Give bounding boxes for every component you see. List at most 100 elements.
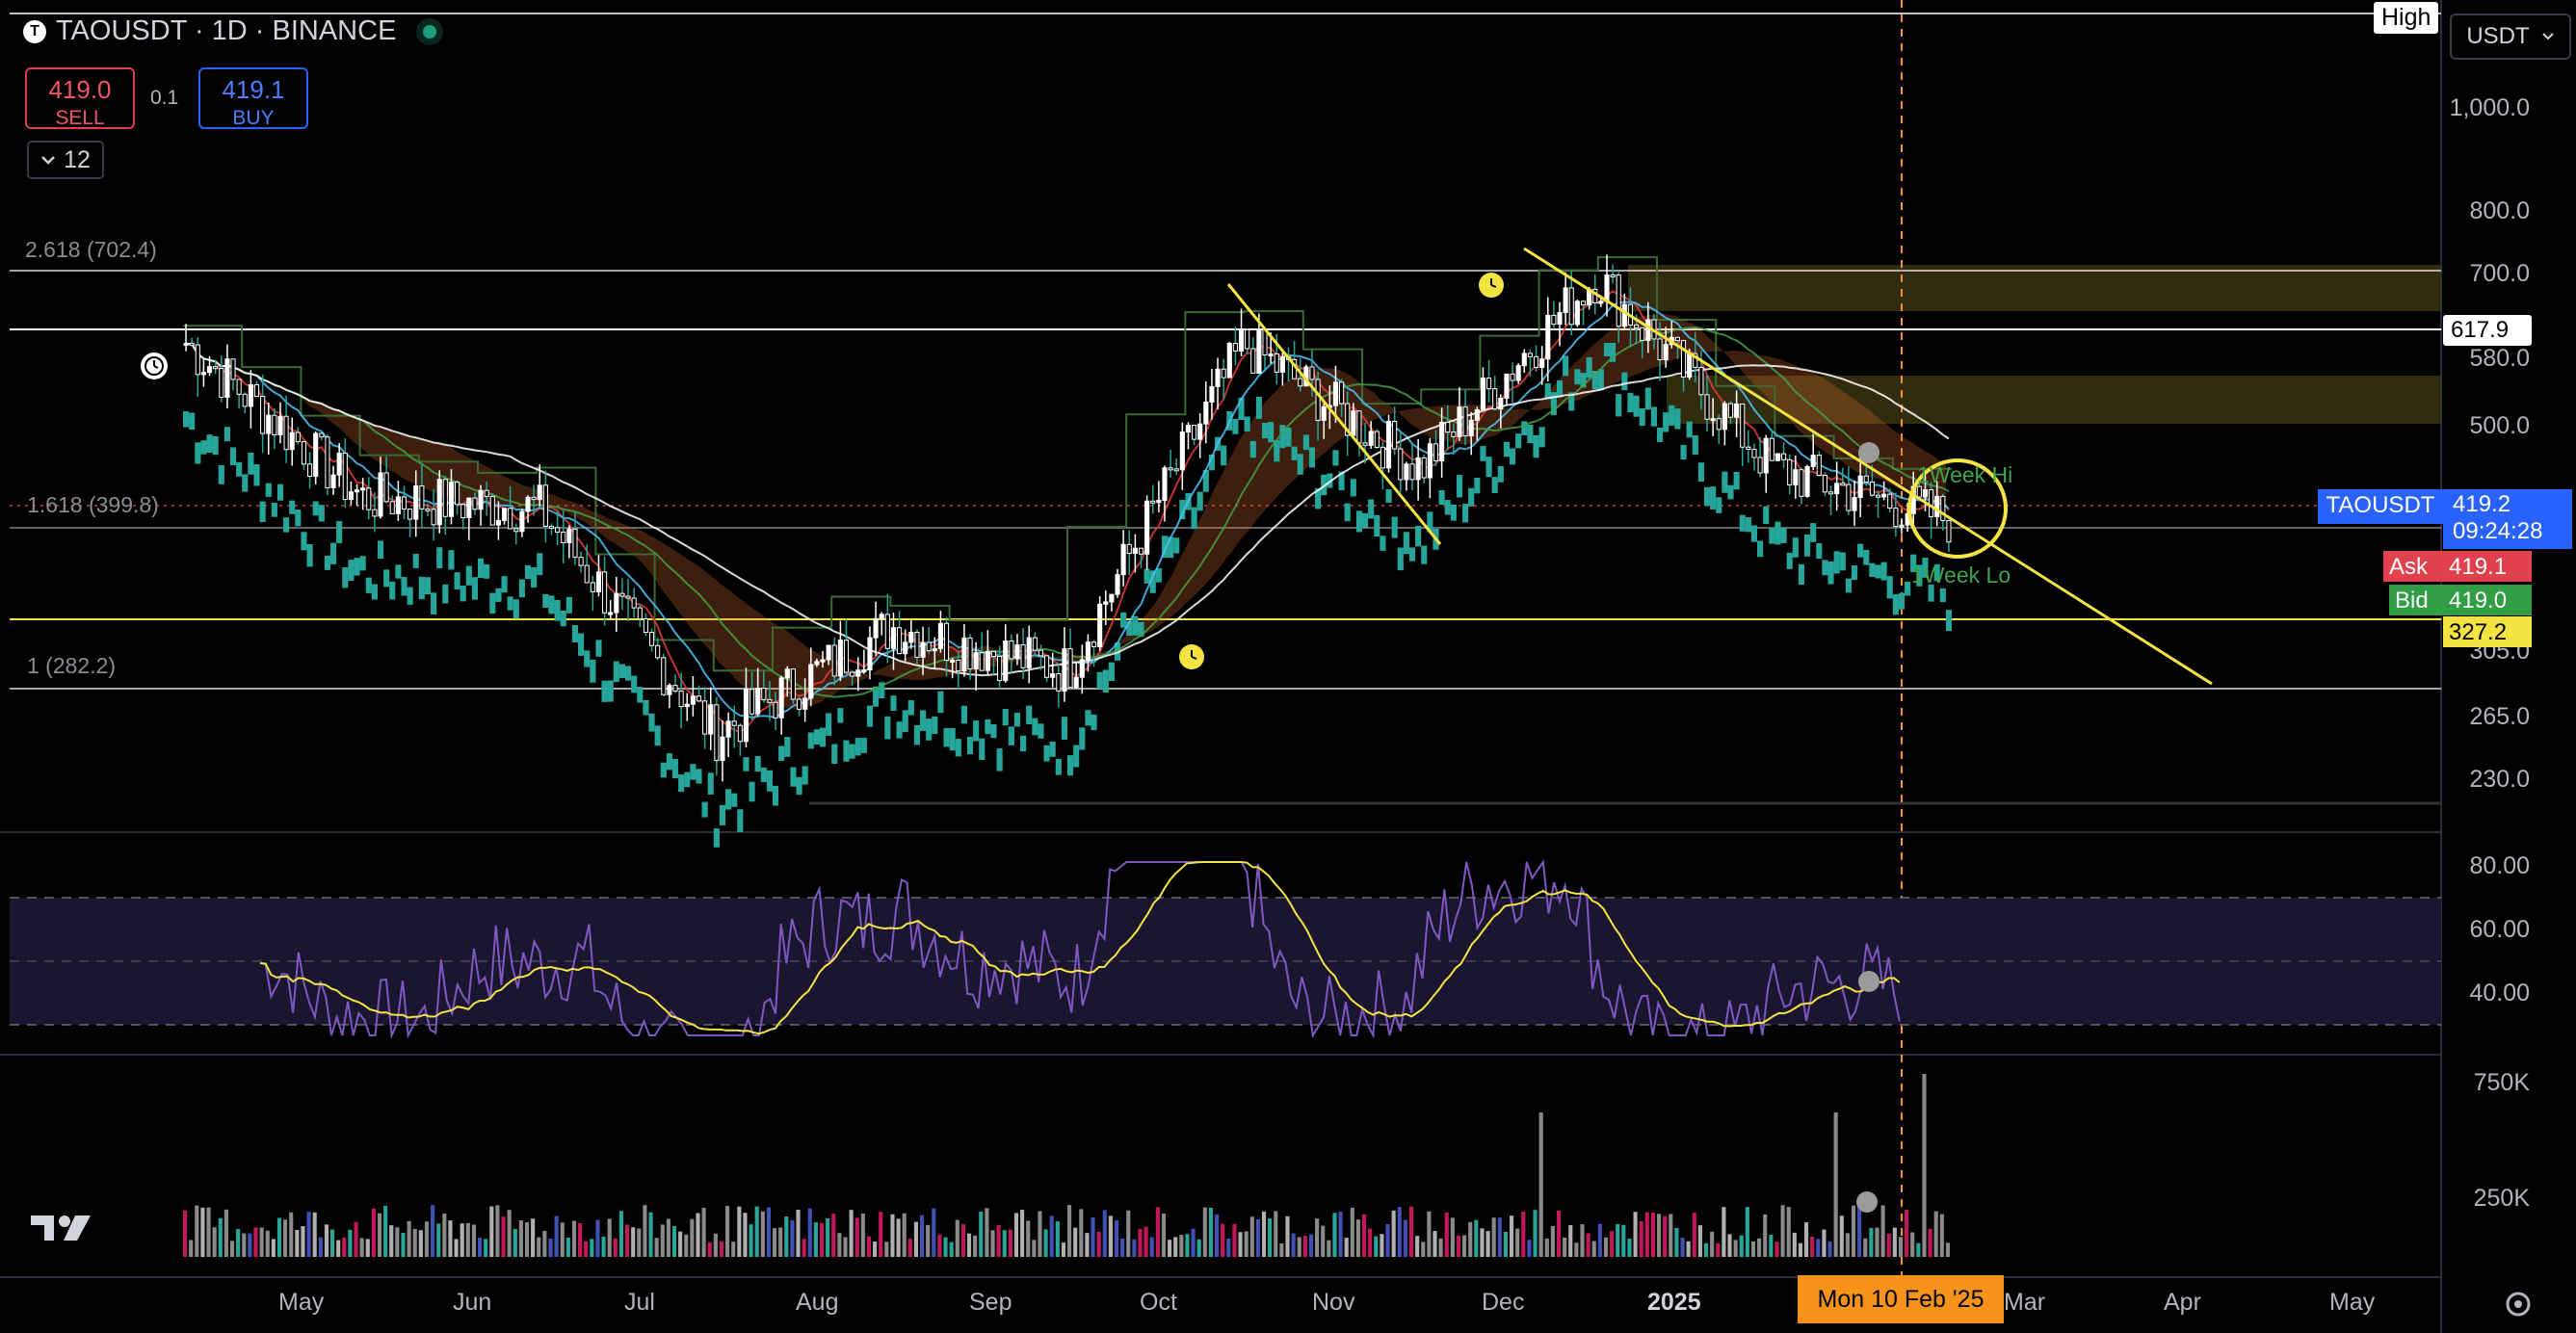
shadow-candle — [1780, 527, 1787, 543]
candle-body — [997, 655, 1003, 682]
shadow-candle — [554, 599, 561, 621]
month-label: Oct — [1140, 1289, 1177, 1316]
shadow-candle — [595, 640, 602, 657]
volume-bar — [295, 1229, 300, 1257]
indicator-toggle-button[interactable]: 12 — [27, 141, 104, 179]
symbol-header[interactable]: T TAOUSDT · 1D · BINANCE — [23, 15, 437, 47]
shadow-candle — [548, 595, 555, 614]
volume-bar — [749, 1224, 753, 1257]
volume-bar — [1102, 1210, 1107, 1257]
candle-body — [253, 383, 260, 398]
volume-bar — [1750, 1241, 1756, 1257]
alarm-clock-icon[interactable] — [141, 353, 168, 379]
candle-body — [1533, 355, 1539, 368]
candle-body — [1710, 418, 1716, 422]
settings-gear-icon[interactable] — [2506, 1292, 2531, 1317]
candle-body — [1109, 593, 1115, 603]
volume-bar — [1480, 1228, 1485, 1257]
buy-button[interactable]: 419.1 BUY — [198, 67, 308, 129]
yellow-level-tag: 327.2 — [2443, 616, 2532, 647]
volume-bar — [1827, 1241, 1832, 1257]
shadow-candle — [1857, 543, 1864, 558]
volume-bar — [1338, 1212, 1343, 1257]
volume-bar — [412, 1228, 417, 1257]
event-marker-icon[interactable] — [1479, 273, 1504, 298]
volume-bar — [1769, 1234, 1774, 1257]
candle-body — [283, 415, 289, 451]
volume-bar — [979, 1211, 984, 1257]
candle-body — [542, 484, 548, 527]
volume-bar — [1521, 1211, 1526, 1257]
sell-button[interactable]: 419.0 SELL — [25, 67, 135, 129]
shadow-candle — [807, 732, 814, 749]
candle-body — [1640, 327, 1645, 341]
volume-bar — [1616, 1224, 1620, 1257]
chart-canvas[interactable] — [0, 0, 2576, 1333]
buy-label: BUY — [232, 107, 275, 129]
candle-body — [1356, 410, 1362, 444]
candle-body — [1245, 328, 1250, 350]
candle-body — [1852, 497, 1857, 511]
candle-body — [985, 650, 990, 671]
candle-body — [1026, 637, 1032, 668]
candle-body — [1298, 378, 1303, 387]
shadow-candle — [1733, 471, 1740, 490]
candle-body — [1315, 379, 1321, 421]
shadow-candle — [949, 727, 956, 751]
candle-body — [1014, 643, 1020, 660]
candle-body — [1433, 443, 1439, 462]
shadow-candle — [996, 748, 1003, 771]
candle-body — [1274, 353, 1279, 373]
volume-bar — [1627, 1239, 1632, 1257]
shadow-candle — [696, 769, 702, 784]
shadow-candle — [1385, 488, 1392, 504]
candle-body — [1515, 365, 1521, 381]
volume-bar — [1692, 1212, 1696, 1257]
shadow-candle — [377, 540, 384, 559]
shadow-candle — [578, 633, 585, 656]
volume-bar — [1096, 1231, 1101, 1257]
candle-body — [1510, 373, 1515, 381]
shadow-candle — [1722, 471, 1728, 493]
candle-body — [566, 528, 572, 544]
candle-body — [336, 453, 342, 476]
candle-body — [561, 531, 566, 544]
shadow-candle — [524, 564, 532, 580]
candle-body — [537, 484, 542, 501]
volume-bar — [542, 1230, 547, 1257]
shadow-candle — [1308, 447, 1316, 468]
volume-bar — [648, 1212, 653, 1257]
candle-body — [967, 637, 973, 670]
symbol-logo-icon: T — [23, 19, 46, 43]
candle-body — [1321, 405, 1327, 421]
volume-bar — [1385, 1223, 1390, 1257]
shadow-candle — [613, 661, 619, 683]
candle-body — [495, 519, 501, 526]
shadow-candle — [1462, 504, 1469, 523]
volume-bar — [371, 1208, 376, 1257]
shadow-candle — [1013, 712, 1021, 727]
candle-body — [1740, 403, 1746, 448]
currency-selector[interactable]: USDT — [2450, 13, 2571, 60]
candle-body — [1003, 640, 1009, 682]
event-marker-icon[interactable] — [1179, 644, 1204, 669]
candle-body — [950, 659, 956, 663]
candle-body — [1044, 655, 1050, 678]
volume-bar — [1650, 1213, 1655, 1257]
candle-body — [1457, 406, 1462, 437]
shadow-candle — [1073, 745, 1080, 768]
shadow-candle — [943, 728, 950, 747]
candle-body — [219, 367, 224, 398]
volume-bar — [1757, 1238, 1762, 1257]
volume-bar — [265, 1230, 270, 1257]
volume-bar — [1804, 1222, 1809, 1257]
volume-bar — [966, 1233, 972, 1257]
candle-body — [183, 343, 189, 347]
shadow-candle — [1096, 671, 1103, 690]
candle-body — [277, 415, 283, 436]
candle-body — [1680, 340, 1687, 378]
candle-body — [743, 689, 749, 743]
candle-body — [248, 383, 253, 407]
candle-body — [1875, 494, 1881, 498]
shadow-candle — [1686, 421, 1693, 438]
